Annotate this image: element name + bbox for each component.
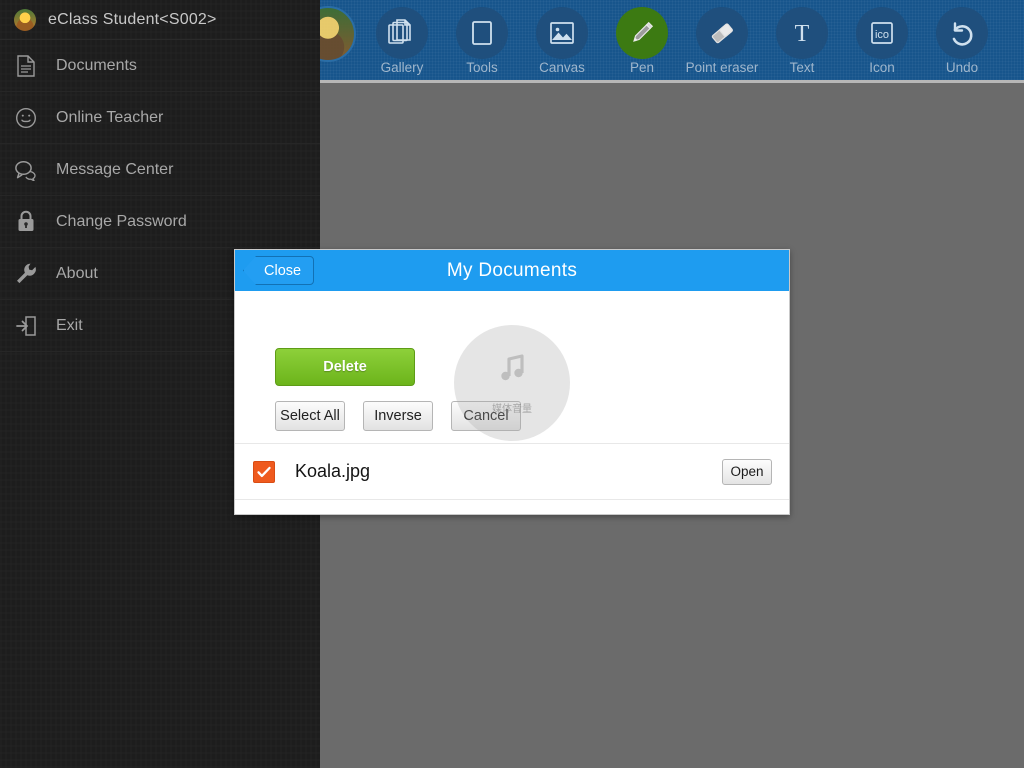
smiley-icon: [12, 104, 40, 132]
sidebar-username: eClass Student<S002>: [48, 10, 217, 28]
my-documents-dialog: Close My Documents Delete Select All Inv…: [234, 249, 790, 515]
tool-label: Point eraser: [685, 60, 759, 75]
inverse-button[interactable]: Inverse: [363, 401, 433, 431]
open-button[interactable]: Open: [722, 515, 772, 516]
tool-label: Icon: [869, 60, 895, 75]
exit-icon: [12, 312, 40, 340]
file-checkbox[interactable]: [253, 460, 275, 483]
table-row: Chrysanthemum.jpg Open: [235, 499, 789, 516]
undo-icon: [936, 7, 988, 59]
close-button[interactable]: Close: [243, 256, 315, 285]
delete-button[interactable]: Delete: [275, 348, 415, 386]
dialog-title: My Documents: [446, 259, 578, 281]
tool-label: Tools: [466, 60, 498, 75]
tool-gallery[interactable]: Gallery: [362, 0, 442, 76]
svg-text:T: T: [795, 21, 810, 47]
sidebar-item-label: About: [56, 264, 98, 282]
tool-label: Text: [789, 60, 815, 75]
sidebar-item-documents[interactable]: Documents: [0, 40, 320, 92]
sidebar-item-label: Exit: [56, 316, 83, 334]
tool-label: Undo: [945, 60, 979, 75]
lock-icon: [12, 208, 40, 236]
wrench-icon: [12, 260, 40, 288]
tool-label: Canvas: [539, 60, 585, 75]
select-all-button[interactable]: Select All: [275, 401, 345, 431]
gallery-icon: [376, 7, 428, 59]
ico-icon: ico: [856, 7, 908, 59]
text-icon: T: [776, 7, 828, 59]
tool-label: Pen: [629, 60, 655, 75]
chat-bubbles-icon: [12, 156, 40, 184]
tool-tools[interactable]: Tools: [442, 0, 522, 76]
tool-icon[interactable]: ico Icon: [842, 0, 922, 76]
sidebar-item-message-center[interactable]: Message Center: [0, 144, 320, 196]
tool-canvas[interactable]: Canvas: [522, 0, 602, 76]
sidebar-item-label: Message Center: [56, 160, 174, 178]
avatar: [14, 8, 36, 31]
eraser-icon: [696, 7, 748, 59]
dialog-body: Delete Select All Inverse Cancel Koala.j…: [235, 291, 789, 516]
document-icon: [12, 52, 40, 80]
tool-pen[interactable]: Pen: [602, 0, 682, 76]
tool-undo[interactable]: Undo: [922, 0, 1002, 76]
sidebar-item-online-teacher[interactable]: Online Teacher: [0, 92, 320, 144]
app-screen: Gallery Tools Canvas Pen Point eraser T …: [0, 0, 1024, 768]
table-row: Koala.jpg Open: [235, 443, 789, 499]
tools-icon: [456, 7, 508, 59]
sidebar-item-change-password[interactable]: Change Password: [0, 196, 320, 248]
canvas-icon: [536, 7, 588, 59]
tool-text[interactable]: T Text: [762, 0, 842, 76]
open-button[interactable]: Open: [722, 458, 772, 485]
svg-text:ico: ico: [875, 29, 889, 41]
tool-point-eraser[interactable]: Point eraser: [682, 0, 762, 76]
cancel-button[interactable]: Cancel: [451, 401, 521, 431]
sidebar-item-label: Documents: [56, 56, 137, 74]
pen-icon: [616, 7, 668, 59]
sidebar-item-label: Online Teacher: [56, 108, 164, 126]
sidebar-item-label: Change Password: [56, 212, 187, 230]
tool-label: Gallery: [380, 60, 424, 75]
dialog-titlebar: Close My Documents: [235, 250, 789, 291]
file-name: Koala.jpg: [295, 461, 371, 481]
sidebar-user-header[interactable]: eClass Student<S002>: [0, 0, 320, 40]
